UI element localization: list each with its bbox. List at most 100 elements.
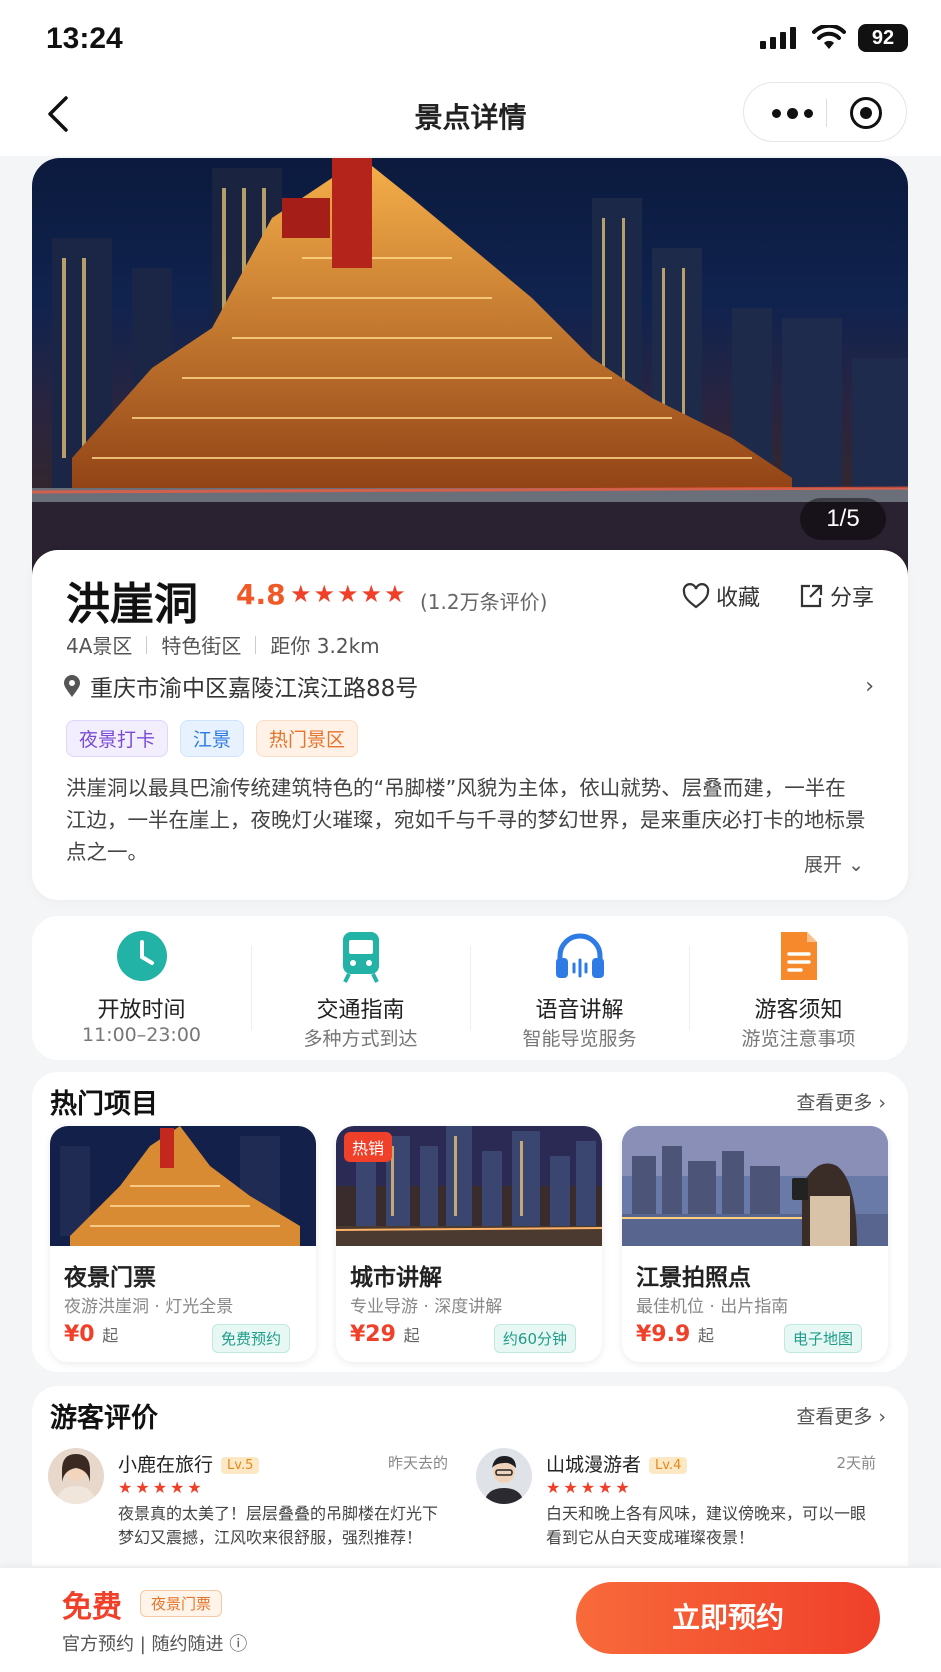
price-unit: 起 bbox=[102, 1326, 119, 1345]
card-subtitle: 专业导游 · 深度讲解 bbox=[350, 1297, 503, 1317]
quick-item-sub: 多种方式到达 bbox=[303, 1028, 418, 1050]
quick-item-opening-hours[interactable]: 开放时间 11:00–23:00 bbox=[32, 916, 251, 1060]
tag-night-view[interactable]: 夜景打卡 bbox=[66, 720, 169, 757]
quick-item-audio-guide[interactable]: 语音讲解 智能导览服务 bbox=[470, 916, 689, 1060]
chevron-right-icon: › bbox=[865, 674, 874, 699]
quick-info-bar: 开放时间 11:00–23:00 交通指南 多种方式到达 语音讲解 智能导览服务… bbox=[32, 916, 908, 1060]
reviews-section: 游客评价 查看更多 › 小鹿在旅行 Lv.5 昨天去的 ★★★★★ 夜景真的太美了… bbox=[32, 1386, 908, 1566]
quick-item-title: 开放时间 bbox=[97, 998, 186, 1023]
place-description: 洪崖洞以最具巴渝传统建筑特色的“吊脚楼”风貌为主体，依山就势、层叠而建，一半在江… bbox=[66, 776, 866, 864]
hot-item-card[interactable]: 夜景门票 夜游洪崖洞 · 灯光全景 ¥0 起 免费预约 bbox=[50, 1126, 316, 1362]
expand-button[interactable]: 展开 ⌄ bbox=[804, 850, 864, 877]
hot-sale-badge: 热销 bbox=[344, 1132, 393, 1162]
expand-label: 展开 bbox=[804, 854, 843, 876]
book-now-button[interactable]: 立即预约 bbox=[576, 1582, 880, 1654]
price-value: ¥9.9 bbox=[636, 1322, 691, 1347]
price-value: ¥29 bbox=[350, 1322, 396, 1347]
miniapp-capsule bbox=[743, 82, 907, 142]
review-stars: ★★★★★ bbox=[118, 1478, 205, 1497]
quick-item-title: 交通指南 bbox=[316, 998, 405, 1023]
place-name: 洪崖洞 bbox=[66, 579, 198, 630]
address-row[interactable]: 重庆市渝中区嘉陵江滨江路88号 › bbox=[62, 666, 902, 706]
headphones-icon bbox=[555, 933, 604, 978]
battery-indicator: 92 bbox=[858, 24, 908, 52]
tag-popular[interactable]: 热门景区 bbox=[256, 720, 359, 757]
night-cityscape-illustration bbox=[32, 158, 908, 578]
review-text: 白天和晚上各有风味，建议傍晚来，可以一眼看到它从白天变成璀璨夜景！ bbox=[546, 1504, 867, 1547]
status-time: 13:24 bbox=[46, 22, 123, 55]
reviewer-name-text: 小鹿在旅行 bbox=[118, 1454, 214, 1476]
rating-score: 4.8 bbox=[236, 578, 286, 611]
card-subtitle: 夜游洪崖洞 · 灯光全景 bbox=[64, 1297, 234, 1317]
meta-divider bbox=[146, 635, 148, 654]
rating-stars: ★★★★★ bbox=[290, 580, 408, 608]
hot-items-section: 热门项目 查看更多 › 夜景门票 夜游洪崖洞 · 灯光全景 ¥0 起 免费预约 … bbox=[32, 1072, 908, 1372]
capsule-divider bbox=[826, 99, 827, 127]
avatar bbox=[48, 1448, 104, 1504]
place-info-card: 洪崖洞 4.8 ★★★★★ (1.2万条评价) 收藏 分享 4A景区 特色街区 … bbox=[32, 550, 908, 900]
price-free: 免费 bbox=[62, 1590, 122, 1625]
see-more-link[interactable]: 查看更多 › bbox=[796, 1402, 886, 1429]
share-icon bbox=[800, 584, 823, 608]
price-unit: 起 bbox=[697, 1326, 714, 1345]
level-badge: Lv.5 bbox=[221, 1457, 260, 1474]
document-icon bbox=[780, 932, 817, 980]
reviewer-name: 小鹿在旅行 Lv.5 bbox=[118, 1450, 260, 1477]
chevron-right-icon: › bbox=[878, 1406, 886, 1428]
image-counter: 1/5 bbox=[800, 498, 886, 540]
hot-item-card[interactable]: 江景拍照点 最佳机位 · 出片指南 ¥9.9 起 电子地图 bbox=[622, 1126, 888, 1362]
meta-divider bbox=[255, 635, 257, 654]
close-miniapp-icon[interactable] bbox=[850, 97, 882, 129]
review-count[interactable]: (1.2万条评价) bbox=[420, 586, 547, 615]
clock-icon bbox=[116, 931, 167, 981]
heart-icon bbox=[682, 583, 710, 609]
card-price: ¥29 起 bbox=[350, 1322, 420, 1347]
quick-item-title: 游客须知 bbox=[754, 998, 843, 1023]
card-price: ¥0 起 bbox=[64, 1322, 118, 1347]
card-badge: 约60分钟 bbox=[493, 1324, 576, 1353]
hot-item-card[interactable]: 热销 城市讲解 专业导游 · 深度讲解 ¥29 起 约60分钟 bbox=[336, 1126, 602, 1362]
review-text: 夜景真的太美了！层层叠叠的吊脚楼在灯光下梦幻又震撼，江风吹来很舒服，强烈推荐！ bbox=[118, 1504, 439, 1547]
card-image bbox=[622, 1126, 888, 1246]
level-badge: Lv.4 bbox=[649, 1457, 688, 1474]
quick-item-sub: 智能导览服务 bbox=[522, 1028, 637, 1050]
card-title: 江景拍照点 bbox=[636, 1265, 751, 1291]
hot-items-list: 夜景门票 夜游洪崖洞 · 灯光全景 ¥0 起 免费预约 热销 城市讲解 专业导游… bbox=[50, 1126, 888, 1362]
see-more-label: 查看更多 bbox=[796, 1092, 873, 1114]
train-icon bbox=[342, 932, 379, 983]
place-distance: 距你 3.2km bbox=[270, 634, 380, 658]
place-level: 4A景区 bbox=[66, 634, 133, 658]
share-button[interactable]: 分享 bbox=[798, 580, 874, 612]
favorite-label: 收藏 bbox=[716, 586, 761, 611]
booking-notes[interactable]: 官方预约 | 随约随进 ⓘ bbox=[62, 1630, 247, 1656]
ticket-type-tag: 夜景门票 bbox=[140, 1590, 223, 1617]
card-subtitle: 最佳机位 · 出片指南 bbox=[636, 1297, 789, 1317]
card-image bbox=[50, 1126, 316, 1246]
review-stars: ★★★★★ bbox=[546, 1478, 633, 1497]
place-category: 特色街区 bbox=[161, 634, 242, 658]
share-label: 分享 bbox=[830, 586, 875, 611]
price-value: ¥0 bbox=[64, 1322, 95, 1347]
section-title: 游客评价 bbox=[50, 1403, 158, 1434]
card-title: 夜景门票 bbox=[64, 1265, 156, 1291]
favorite-button[interactable]: 收藏 bbox=[682, 580, 760, 612]
address-text: 重庆市渝中区嘉陵江滨江路88号 bbox=[90, 676, 419, 702]
status-bar: 13:24 92 bbox=[0, 0, 941, 76]
reviewer-name-text: 山城漫游者 bbox=[546, 1454, 642, 1476]
avatar bbox=[476, 1448, 532, 1504]
quick-item-transport[interactable]: 交通指南 多种方式到达 bbox=[251, 916, 470, 1060]
more-options-icon[interactable] bbox=[768, 101, 816, 125]
chevron-down-icon: ⌄ bbox=[848, 854, 864, 876]
card-badge: 免费预约 bbox=[211, 1324, 290, 1353]
card-image: 热销 bbox=[336, 1126, 602, 1246]
quick-item-title: 语音讲解 bbox=[535, 998, 624, 1023]
hero-image[interactable]: 1/5 bbox=[32, 158, 908, 578]
see-more-link[interactable]: 查看更多 › bbox=[796, 1088, 886, 1115]
chevron-right-icon: › bbox=[878, 1092, 886, 1114]
review-time: 昨天去的 bbox=[387, 1454, 448, 1472]
card-badge: 电子地图 bbox=[783, 1324, 862, 1353]
quick-item-visitor-notice[interactable]: 游客须知 游览注意事项 bbox=[689, 916, 908, 1060]
location-pin-icon bbox=[64, 675, 80, 697]
tag-river-view[interactable]: 江景 bbox=[180, 720, 245, 757]
price-unit: 起 bbox=[403, 1326, 420, 1345]
